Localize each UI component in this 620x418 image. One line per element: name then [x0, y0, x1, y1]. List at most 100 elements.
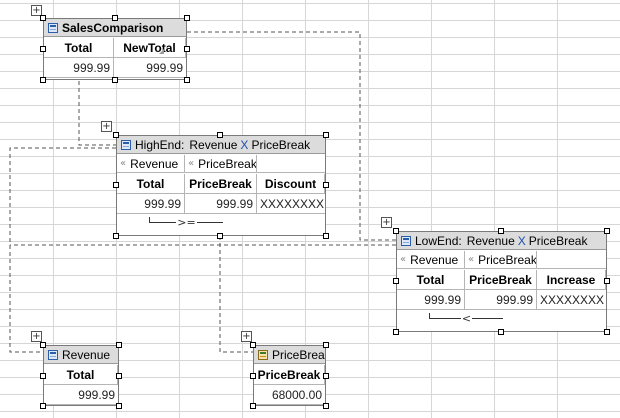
selection-handle[interactable]: [393, 278, 399, 284]
column-header-pricebreak[interactable]: PriceBreak: [254, 365, 325, 385]
resize-grip-icon: [159, 49, 164, 54]
pricebreak-title-bar[interactable]: PriceBreak: [254, 346, 325, 364]
sales-comparison-table[interactable]: SalesComparison Total NewTotal 999.99 99…: [43, 18, 187, 80]
tab-revenue[interactable]: « Revenue: [397, 251, 465, 268]
cell-total-value[interactable]: 999.99: [44, 58, 114, 78]
pricebreak-table[interactable]: PriceBreak PriceBreak 68000.00: [253, 345, 326, 406]
join-condition[interactable]: >=: [149, 215, 223, 229]
column-header-discount[interactable]: Discount: [257, 174, 325, 194]
move-handle-icon[interactable]: +: [381, 217, 392, 228]
selection-handle[interactable]: [40, 77, 46, 83]
pricebreak-title: PriceBreak: [272, 347, 325, 362]
selection-handle[interactable]: [323, 132, 329, 138]
selection-handle[interactable]: [116, 403, 122, 409]
selection-handle[interactable]: [113, 233, 119, 239]
selection-handle[interactable]: [113, 182, 119, 188]
highend-title-bar[interactable]: HighEnd: Revenue X PriceBreak: [117, 136, 325, 154]
lowend-table[interactable]: LowEnd: Revenue X PriceBreak « Revenue «…: [396, 231, 607, 332]
selection-handle[interactable]: [184, 77, 190, 83]
selection-handle[interactable]: [217, 233, 223, 239]
highend-table[interactable]: HighEnd: Revenue X PriceBreak « Revenue …: [116, 135, 326, 236]
selection-handle[interactable]: [112, 77, 118, 83]
lowend-title-left: Revenue: [466, 233, 515, 248]
double-chevron-left-icon[interactable]: «: [188, 158, 194, 169]
cell-total-value[interactable]: 999.99: [117, 194, 185, 214]
selection-handle[interactable]: [40, 15, 46, 21]
double-chevron-left-icon[interactable]: «: [400, 254, 406, 265]
design-canvas[interactable]: + SalesComparison Total NewTotal 999.99 …: [0, 0, 620, 418]
revenue-title-bar[interactable]: Revenue: [44, 346, 118, 364]
cell-total-value[interactable]: 999.99: [397, 290, 465, 310]
selection-handle[interactable]: [217, 132, 223, 138]
selection-handle[interactable]: [323, 403, 329, 409]
selection-handle[interactable]: [323, 373, 329, 379]
selection-handle[interactable]: [604, 228, 610, 234]
cross-join-icon: X: [240, 137, 249, 152]
column-header-pricebreak[interactable]: PriceBreak: [465, 270, 537, 290]
table-icon: [121, 139, 131, 150]
lowend-title-right: PriceBreak: [528, 233, 588, 248]
image-table-icon: [258, 349, 268, 360]
tab-label: PriceBreak: [198, 156, 257, 171]
join-operator: >=: [177, 215, 196, 229]
tab-label: PriceBreak: [478, 252, 537, 267]
cell-total-value[interactable]: 999.99: [44, 385, 118, 405]
highend-title-right: PriceBreak: [251, 137, 311, 152]
join-operator: <: [461, 311, 472, 325]
selection-handle[interactable]: [498, 329, 504, 335]
column-header-newtotal[interactable]: NewTotal: [114, 38, 186, 58]
selection-handle[interactable]: [393, 228, 399, 234]
column-header-increase[interactable]: Increase: [537, 270, 606, 290]
selection-handle[interactable]: [184, 46, 190, 52]
cell-discount-value[interactable]: XXXXXXXX: [257, 194, 325, 214]
cell-pricebreak-value[interactable]: 68000.00: [254, 385, 325, 405]
cell-pricebreak-value[interactable]: 999.99: [185, 194, 257, 214]
cell-increase-value[interactable]: XXXXXXXX: [537, 290, 606, 310]
highend-title-left: Revenue: [189, 137, 238, 152]
selection-handle[interactable]: [116, 342, 122, 348]
selection-handle[interactable]: [40, 46, 46, 52]
selection-handle[interactable]: [250, 373, 256, 379]
selection-handle[interactable]: [250, 403, 256, 409]
selection-handle[interactable]: [604, 329, 610, 335]
column-header-total[interactable]: Total: [44, 365, 118, 385]
selection-handle[interactable]: [604, 278, 610, 284]
move-handle-icon[interactable]: +: [31, 331, 42, 342]
lowend-title-bar[interactable]: LowEnd: Revenue X PriceBreak: [397, 232, 606, 250]
selection-handle[interactable]: [323, 233, 329, 239]
selection-handle[interactable]: [184, 15, 190, 21]
double-chevron-left-icon[interactable]: «: [468, 254, 474, 265]
table-icon: [48, 349, 58, 360]
column-header-total[interactable]: Total: [44, 38, 114, 58]
selection-handle[interactable]: [116, 373, 122, 379]
column-header-pricebreak[interactable]: PriceBreak: [185, 174, 257, 194]
selection-handle[interactable]: [323, 182, 329, 188]
selection-handle[interactable]: [393, 329, 399, 335]
selection-handle[interactable]: [498, 228, 504, 234]
tab-label: Revenue: [130, 156, 179, 171]
tab-pricebreak[interactable]: « PriceBreak: [465, 251, 537, 268]
sales-comparison-title-bar[interactable]: SalesComparison: [44, 19, 186, 37]
cross-join-icon: X: [517, 233, 526, 248]
table-icon: [401, 235, 411, 246]
selection-handle[interactable]: [40, 373, 46, 379]
selection-handle[interactable]: [323, 342, 329, 348]
column-header-total[interactable]: Total: [397, 270, 465, 290]
tab-revenue[interactable]: « Revenue: [117, 155, 185, 172]
selection-handle[interactable]: [112, 15, 118, 21]
move-handle-icon[interactable]: +: [241, 331, 252, 342]
lowend-source-tabs: « Revenue « PriceBreak: [397, 251, 606, 269]
tab-pricebreak[interactable]: « PriceBreak: [185, 155, 257, 172]
revenue-title: Revenue: [62, 347, 111, 362]
selection-handle[interactable]: [40, 342, 46, 348]
double-chevron-left-icon[interactable]: «: [120, 158, 126, 169]
selection-handle[interactable]: [113, 132, 119, 138]
selection-handle[interactable]: [250, 342, 256, 348]
revenue-table[interactable]: Revenue Total 999.99: [43, 345, 119, 406]
selection-handle[interactable]: [40, 403, 46, 409]
move-handle-icon[interactable]: +: [101, 121, 112, 132]
join-condition[interactable]: <: [429, 311, 503, 325]
cell-pricebreak-value[interactable]: 999.99: [465, 290, 537, 310]
cell-newtotal-value[interactable]: 999.99: [114, 58, 186, 78]
column-header-total[interactable]: Total: [117, 174, 185, 194]
